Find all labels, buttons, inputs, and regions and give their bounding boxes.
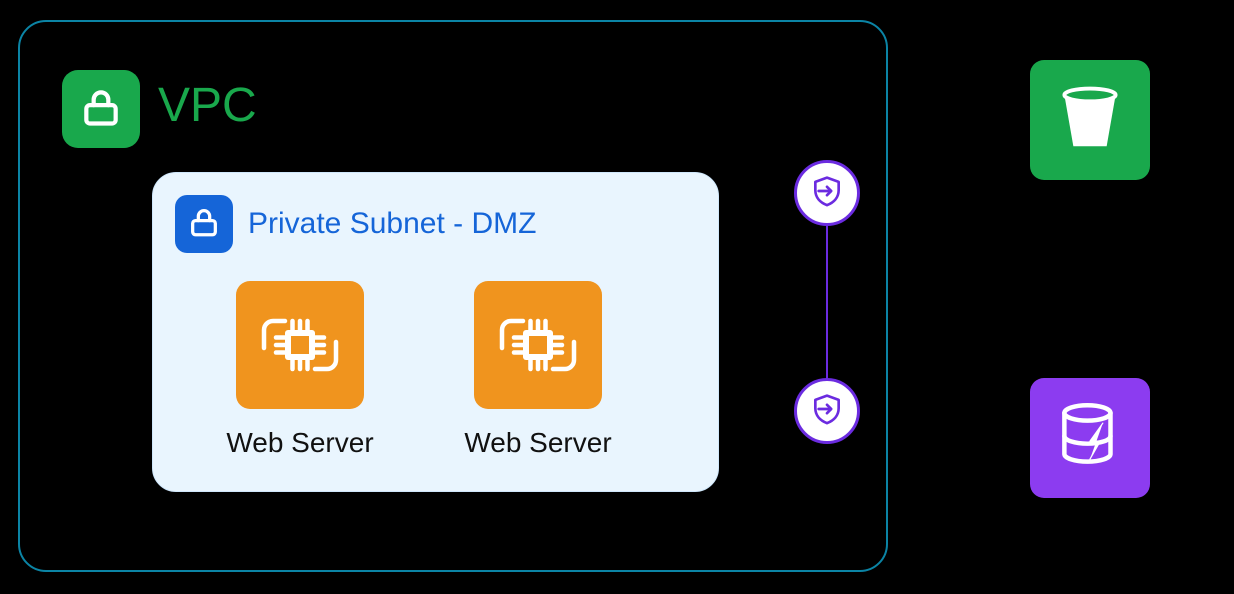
vpc-endpoint-node	[794, 160, 860, 226]
private-subnet-container: Private Subnet - DMZ Web Server	[152, 172, 719, 492]
web-server-label: Web Server	[463, 427, 613, 459]
web-server-node: Web Server	[225, 281, 375, 459]
compute-icon	[236, 281, 364, 409]
web-server-node: Web Server	[463, 281, 613, 459]
vpc-lock-badge	[62, 70, 140, 148]
vpc-endpoint-node	[794, 378, 860, 444]
dynamo-icon	[1049, 395, 1131, 482]
vpc-endpoint-icon	[807, 171, 847, 216]
storage-service-node	[1030, 60, 1150, 180]
lock-icon	[187, 205, 221, 244]
vpc-title: VPC	[158, 78, 257, 133]
compute-icon	[474, 281, 602, 409]
vpc-endpoint-icon	[807, 389, 847, 434]
vpc-container: VPC Private Subnet - DMZ	[18, 20, 888, 572]
endpoint-connector-line	[826, 220, 828, 390]
bucket-icon	[1049, 77, 1131, 164]
web-server-label: Web Server	[225, 427, 375, 459]
database-service-node	[1030, 378, 1150, 498]
subnet-title: Private Subnet - DMZ	[248, 207, 536, 241]
lock-icon	[79, 85, 123, 134]
subnet-lock-badge	[175, 195, 233, 253]
